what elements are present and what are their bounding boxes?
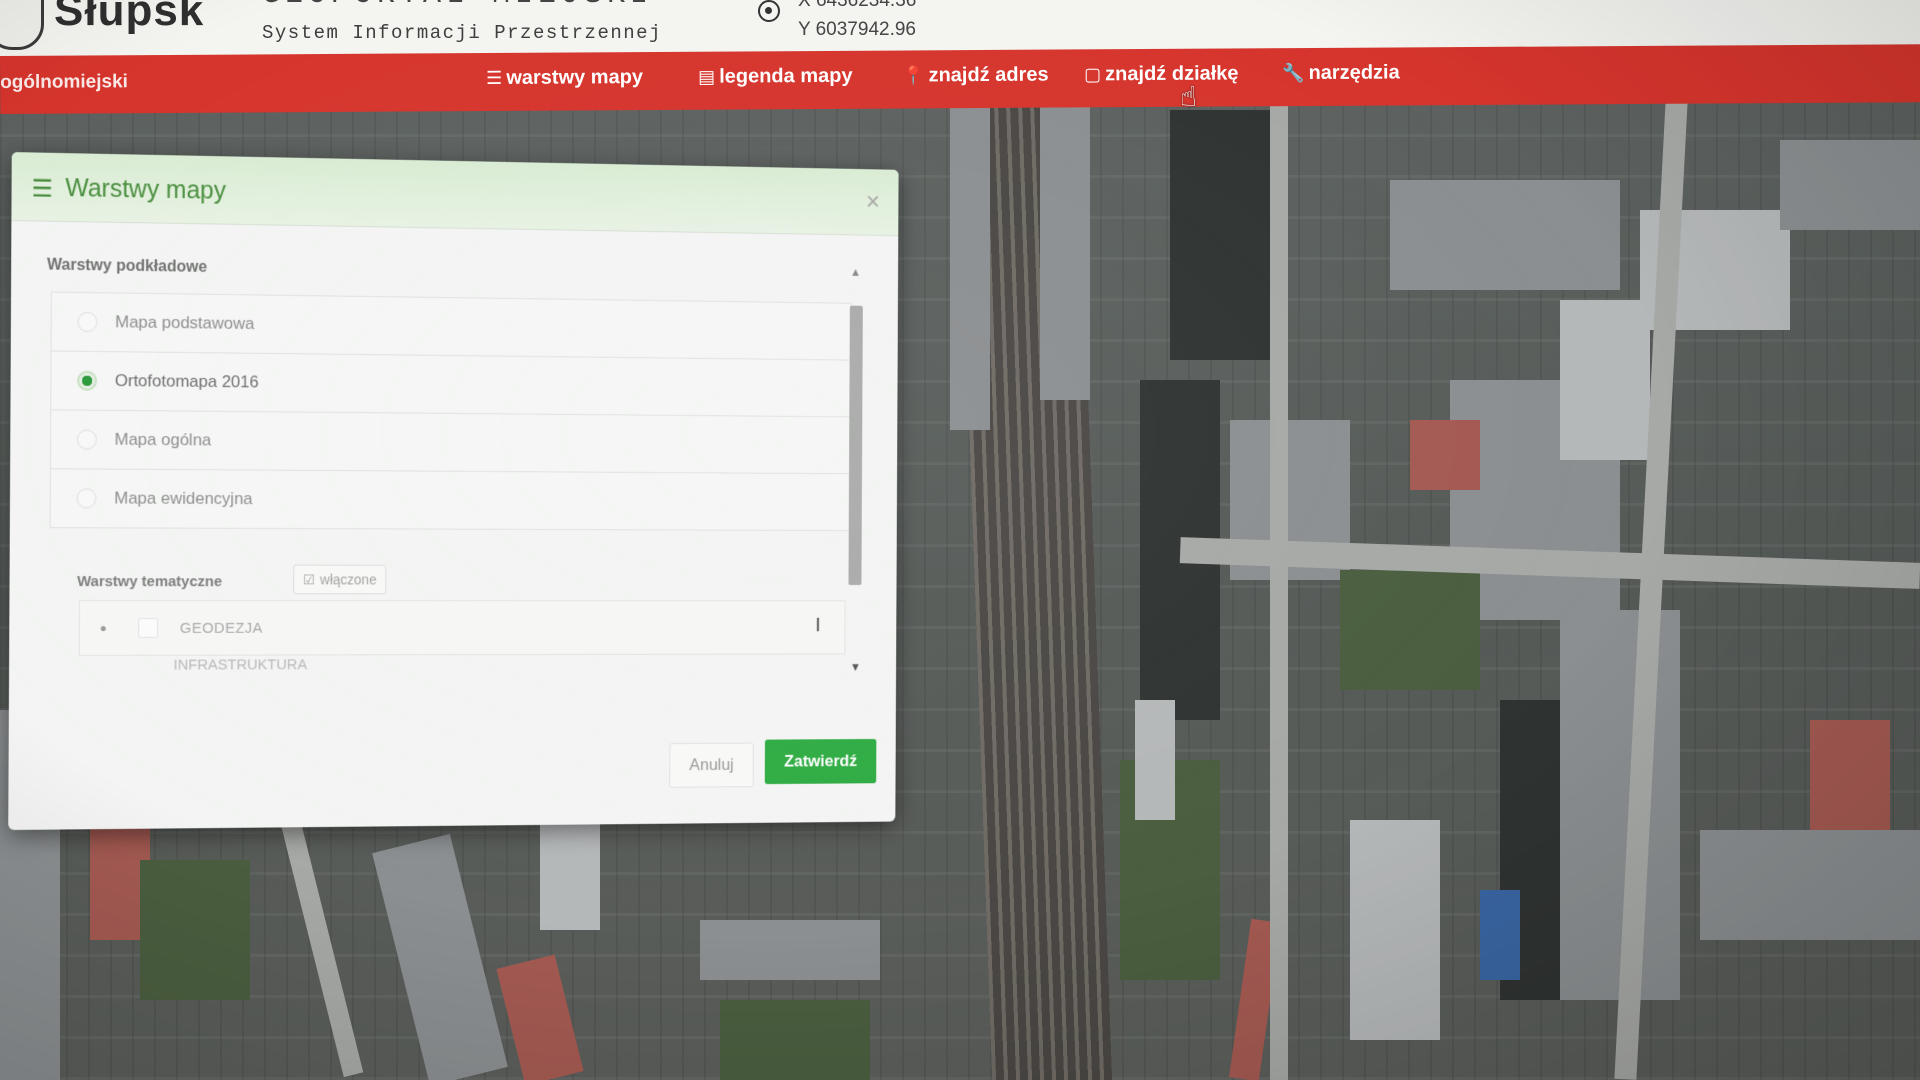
- scrollbar-thumb[interactable]: [848, 305, 863, 586]
- expand-icon[interactable]: ●: [100, 621, 107, 635]
- thematic-toggle[interactable]: ☑ włączone: [293, 564, 387, 595]
- coordinate-y: Y 6037942.96: [798, 19, 916, 40]
- pointer-hand-icon: ☝: [1180, 81, 1198, 112]
- base-layers-list: Mapa podstawowa Ortofotomapa 2016 Mapa o…: [49, 291, 852, 532]
- pin-icon: 📍: [902, 65, 925, 86]
- list-icon: ☰: [31, 175, 53, 203]
- thematic-layer-label: INFRASTRUKTURA: [173, 656, 308, 674]
- square-icon: ▢: [1084, 64, 1102, 85]
- main-navbar: ogólnomiejski ☰ warstwy mapy ▤ legenda m…: [0, 44, 1920, 114]
- nav-tools-label: narzędzia: [1308, 61, 1400, 85]
- table-icon: ▤: [698, 66, 716, 87]
- building-block: [1700, 830, 1920, 940]
- base-layers-heading: Warstwy podkładowe: [46, 256, 208, 276]
- layer-radio[interactable]: [77, 311, 98, 333]
- building-block: [1480, 890, 1520, 980]
- thematic-layer-row[interactable]: ● GEODEZJA I: [78, 600, 846, 656]
- layer-checkbox[interactable]: [138, 617, 159, 638]
- building-block: [1350, 820, 1440, 1040]
- base-layer-label: Mapa ogólna: [114, 429, 212, 450]
- nav-find-address[interactable]: 📍 znajdź adres: [902, 64, 1049, 88]
- building-block: [372, 833, 508, 1080]
- checkbox-checked-icon: ☑: [302, 571, 316, 587]
- coordinate-x: X 6436234.36: [798, 0, 917, 11]
- building-block: [1170, 110, 1280, 360]
- base-layer-label: Ortofotomapa 2016: [114, 371, 259, 392]
- portal-title: GEOPORTAL MIEJSKI: [262, 0, 653, 12]
- wrench-icon: 🔧: [1282, 63, 1305, 84]
- nav-layers-label: warstwy mapy: [506, 66, 644, 89]
- nav-find-address-label: znajdź adres: [928, 63, 1049, 87]
- layer-radio[interactable]: [76, 488, 97, 509]
- base-layer-row[interactable]: Mapa ogólna: [49, 409, 852, 475]
- confirm-button[interactable]: Zatwierdź: [764, 738, 877, 785]
- tree-area: [1340, 570, 1480, 690]
- building-block: [1810, 720, 1890, 830]
- base-layer-row[interactable]: Ortofotomapa 2016: [50, 350, 852, 418]
- thematic-layers-heading: Warstwy tematyczne: [77, 573, 223, 591]
- building-block: [1040, 100, 1090, 400]
- cancel-button[interactable]: Anuluj: [669, 742, 754, 788]
- thematic-toggle-label: włączone: [320, 571, 377, 588]
- building-block: [700, 920, 880, 980]
- building-block: [1135, 700, 1175, 820]
- nav-legend[interactable]: ▤ legenda mapy: [698, 65, 853, 89]
- nav-legend-label: legenda mapy: [719, 64, 853, 88]
- building-block: [950, 100, 990, 430]
- base-layer-label: Mapa ewidencyjna: [114, 488, 253, 509]
- scroll-down-arrow-icon[interactable]: ▼: [850, 660, 861, 674]
- target-icon: [758, 0, 780, 22]
- nav-find-parcel-label: znajdź działkę: [1105, 62, 1239, 86]
- city-emblem-icon: [0, 0, 44, 50]
- layer-radio[interactable]: [76, 429, 97, 450]
- building-block: [496, 954, 584, 1080]
- base-layer-row[interactable]: Mapa ewidencyjna: [49, 468, 851, 532]
- nav-find-parcel[interactable]: ▢ znajdź działkę: [1084, 62, 1239, 86]
- thematic-layer-row[interactable]: INFRASTRUKTURA: [79, 655, 846, 680]
- building-block: [540, 820, 600, 930]
- thematic-layer-label: GEODEZJA: [179, 619, 263, 637]
- building-block: [1410, 420, 1480, 490]
- city-name: Słupsk: [54, 0, 205, 35]
- street: [1270, 100, 1288, 1080]
- list-icon: ☰: [486, 67, 503, 89]
- base-layer-label: Mapa podstawowa: [115, 312, 255, 333]
- tree-area: [720, 1000, 870, 1080]
- nav-tools[interactable]: 🔧 narzędzia: [1282, 61, 1400, 85]
- nav-left-label[interactable]: ogólnomiejski: [0, 71, 128, 94]
- tree-area: [140, 860, 250, 1000]
- close-icon[interactable]: ×: [866, 186, 880, 216]
- portal-subtitle: System Informacji Przestrzennej: [262, 22, 662, 44]
- building-block: [1560, 610, 1680, 1000]
- building-block: [1560, 300, 1650, 460]
- building-block: [1390, 180, 1620, 290]
- dialog-title: Warstwy mapy: [65, 174, 227, 205]
- base-layer-row[interactable]: Mapa podstawowa: [50, 291, 852, 361]
- layer-radio-selected[interactable]: [77, 370, 98, 391]
- scrollbar[interactable]: [848, 283, 863, 702]
- nav-layers[interactable]: ☰ warstwy mapy: [486, 66, 643, 90]
- map-layers-dialog: ☰ Warstwy mapy × Warstwy podkładowe Mapa…: [8, 152, 899, 831]
- text-cursor-icon: I: [815, 614, 821, 637]
- building-block: [1780, 140, 1920, 230]
- scroll-up-arrow-icon[interactable]: ▲: [850, 265, 861, 279]
